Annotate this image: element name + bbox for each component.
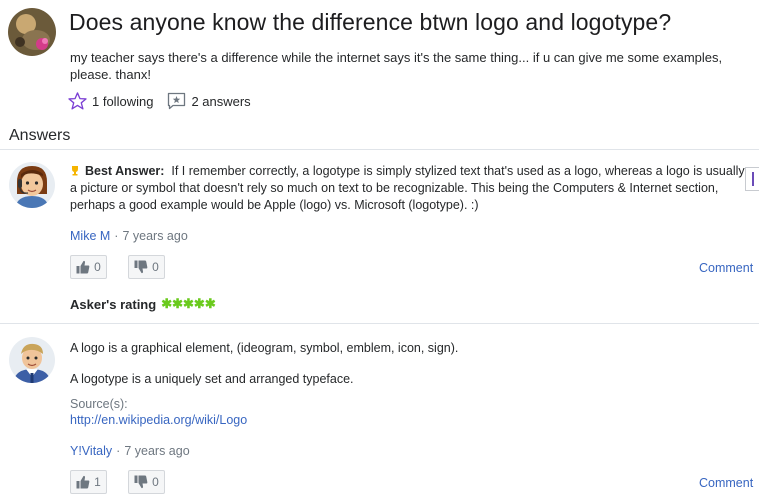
answer-author[interactable]: Y!Vitaly: [70, 444, 112, 458]
star-outline-icon: [68, 92, 87, 110]
thumbs-down-icon: [134, 260, 148, 274]
star-icon: ✱: [183, 296, 194, 311]
answer-paragraph-2: A logotype is a uniquely set and arrange…: [70, 372, 354, 386]
answer-byline: Y!Vitaly · 7 years ago: [70, 444, 190, 458]
best-answer-body: If I remember correctly, a logotype is s…: [70, 164, 745, 212]
star-icon: ✱: [204, 296, 216, 311]
best-answer-author[interactable]: Mike M: [70, 229, 110, 243]
thumbs-up-icon: [76, 260, 90, 274]
question-body: my teacher says there's a difference whi…: [70, 50, 723, 82]
thumbs-down-button[interactable]: 0: [128, 255, 165, 279]
answer-paragraph-1: A logo is a graphical element, (ideogram…: [70, 341, 459, 355]
question-title: Does anyone know the difference btwn log…: [69, 9, 672, 35]
question-meta: 1 following 2 answers: [68, 90, 251, 112]
divider: [0, 323, 759, 324]
answer-bubble-icon: [168, 92, 186, 110]
best-answer-time: 7 years ago: [122, 229, 188, 243]
thumbs-up-button[interactable]: 1: [70, 470, 107, 494]
comment-button[interactable]: Comment: [699, 476, 753, 490]
star-icon: ✱: [172, 296, 183, 311]
thumbs-down-icon: [134, 475, 148, 489]
source-label: Source(s):: [70, 397, 128, 411]
rating-stars: ✱ ✱ ✱ ✱ ✱: [161, 296, 216, 312]
thumbs-up-count: 0: [94, 260, 101, 274]
asker-avatar[interactable]: [8, 8, 56, 56]
comment-button[interactable]: Comment: [699, 261, 753, 275]
thumbs-up-count: 1: [94, 475, 101, 489]
answers-heading: Answers: [9, 127, 71, 144]
best-answer-byline: Mike M · 7 years ago: [70, 229, 188, 243]
thumbs-up-icon: [76, 475, 90, 489]
star-icon: ✱: [161, 296, 173, 311]
asker-rating-label: Asker's rating: [70, 296, 157, 312]
trophy-icon: [72, 166, 78, 176]
answerer-avatar[interactable]: [9, 337, 55, 383]
best-answer-label: Best Answer:: [85, 164, 165, 178]
answer-time: 7 years ago: [124, 444, 190, 458]
following-count: 1 following: [92, 93, 154, 109]
source-link[interactable]: http://en.wikipedia.org/wiki/Logo: [70, 413, 247, 427]
thumbs-down-count: 0: [152, 260, 159, 274]
best-answer-text: Best Answer: If I remember correctly, a …: [70, 163, 745, 214]
thumbs-down-button[interactable]: 0: [128, 470, 165, 494]
thumbs-up-button[interactable]: 0: [70, 255, 107, 279]
asker-rating: Asker's rating ✱ ✱ ✱ ✱ ✱: [70, 296, 216, 312]
answers-count: 2 answers: [191, 93, 251, 109]
star-icon: ✱: [193, 296, 205, 311]
answerer-avatar[interactable]: [9, 162, 55, 208]
follow-button[interactable]: 1 following: [68, 92, 153, 110]
divider: [0, 149, 759, 150]
share-edge[interactable]: [745, 167, 759, 191]
answers-link[interactable]: 2 answers: [167, 92, 251, 110]
thumbs-down-count: 0: [152, 475, 159, 489]
